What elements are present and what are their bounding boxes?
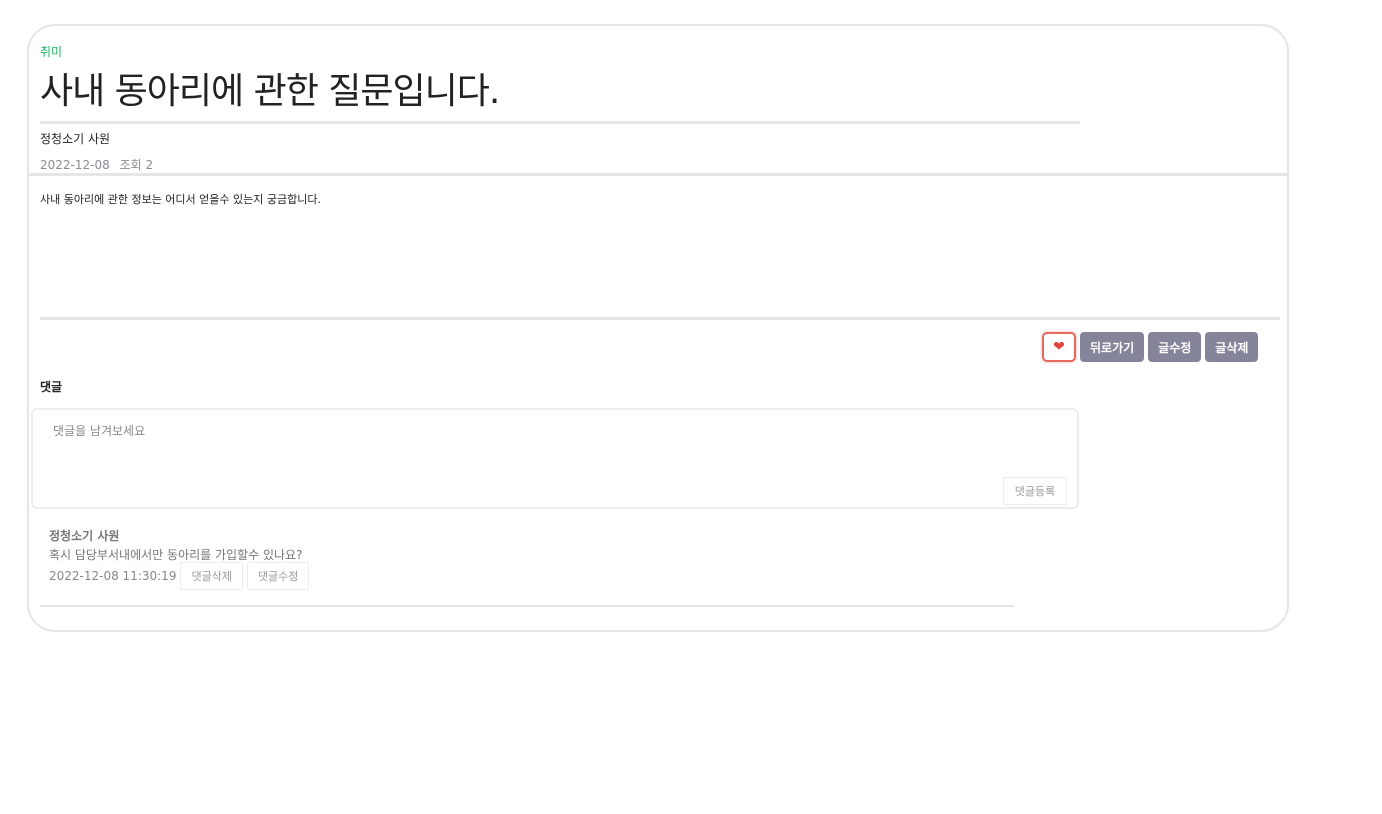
post-views: 조회 2: [119, 158, 154, 172]
delete-post-button[interactable]: 글삭제: [1205, 332, 1259, 362]
post-title: 사내 동아리에 관한 질문입니다.: [40, 71, 500, 112]
comment-divider: [40, 605, 1014, 607]
comment-edit-button[interactable]: 댓글수정: [246, 562, 310, 590]
edit-post-button[interactable]: 글수정: [1148, 332, 1202, 362]
comment-text: 혹시 담당부서내에서만 동아리를 가입할수 있나요?: [49, 548, 303, 562]
post-content: 사내 동아리에 관한 정보는 어디서 얻을수 있는지 궁금합니다.: [40, 193, 321, 206]
comment-input[interactable]: 댓글을 남겨보세요: [53, 422, 145, 439]
back-button[interactable]: 뒤로가기: [1080, 332, 1145, 362]
post-card: 취미 사내 동아리에 관한 질문입니다. 정청소기 사원 2022-12-08 …: [27, 24, 1289, 632]
comment-form: 댓글을 남겨보세요 댓글등록: [31, 408, 1079, 509]
comment-submit-button[interactable]: 댓글등록: [1003, 477, 1067, 505]
comments-heading: 댓글: [40, 380, 63, 394]
comment-delete-button[interactable]: 댓글삭제: [180, 562, 243, 590]
content-divider: [40, 317, 1280, 320]
heart-icon: ❤: [1053, 339, 1065, 355]
title-divider: [40, 121, 1080, 124]
post-date: 2022-12-08: [40, 158, 110, 172]
post-meta: 2022-12-08 조회 2: [40, 156, 159, 173]
post-category: 취미: [40, 45, 63, 59]
post-actions: ❤ 뒤로가기 글수정 글삭제: [1042, 332, 1259, 362]
meta-divider: [29, 173, 1287, 176]
post-author: 정청소기 사원: [40, 132, 111, 146]
comment-meta-row: 2022-12-08 11:30:19 댓글삭제 댓글수정: [49, 562, 310, 590]
comment-timestamp: 2022-12-08 11:30:19: [49, 569, 177, 583]
comment-author: 정청소기 사원: [49, 529, 120, 543]
like-button[interactable]: ❤: [1042, 332, 1076, 362]
